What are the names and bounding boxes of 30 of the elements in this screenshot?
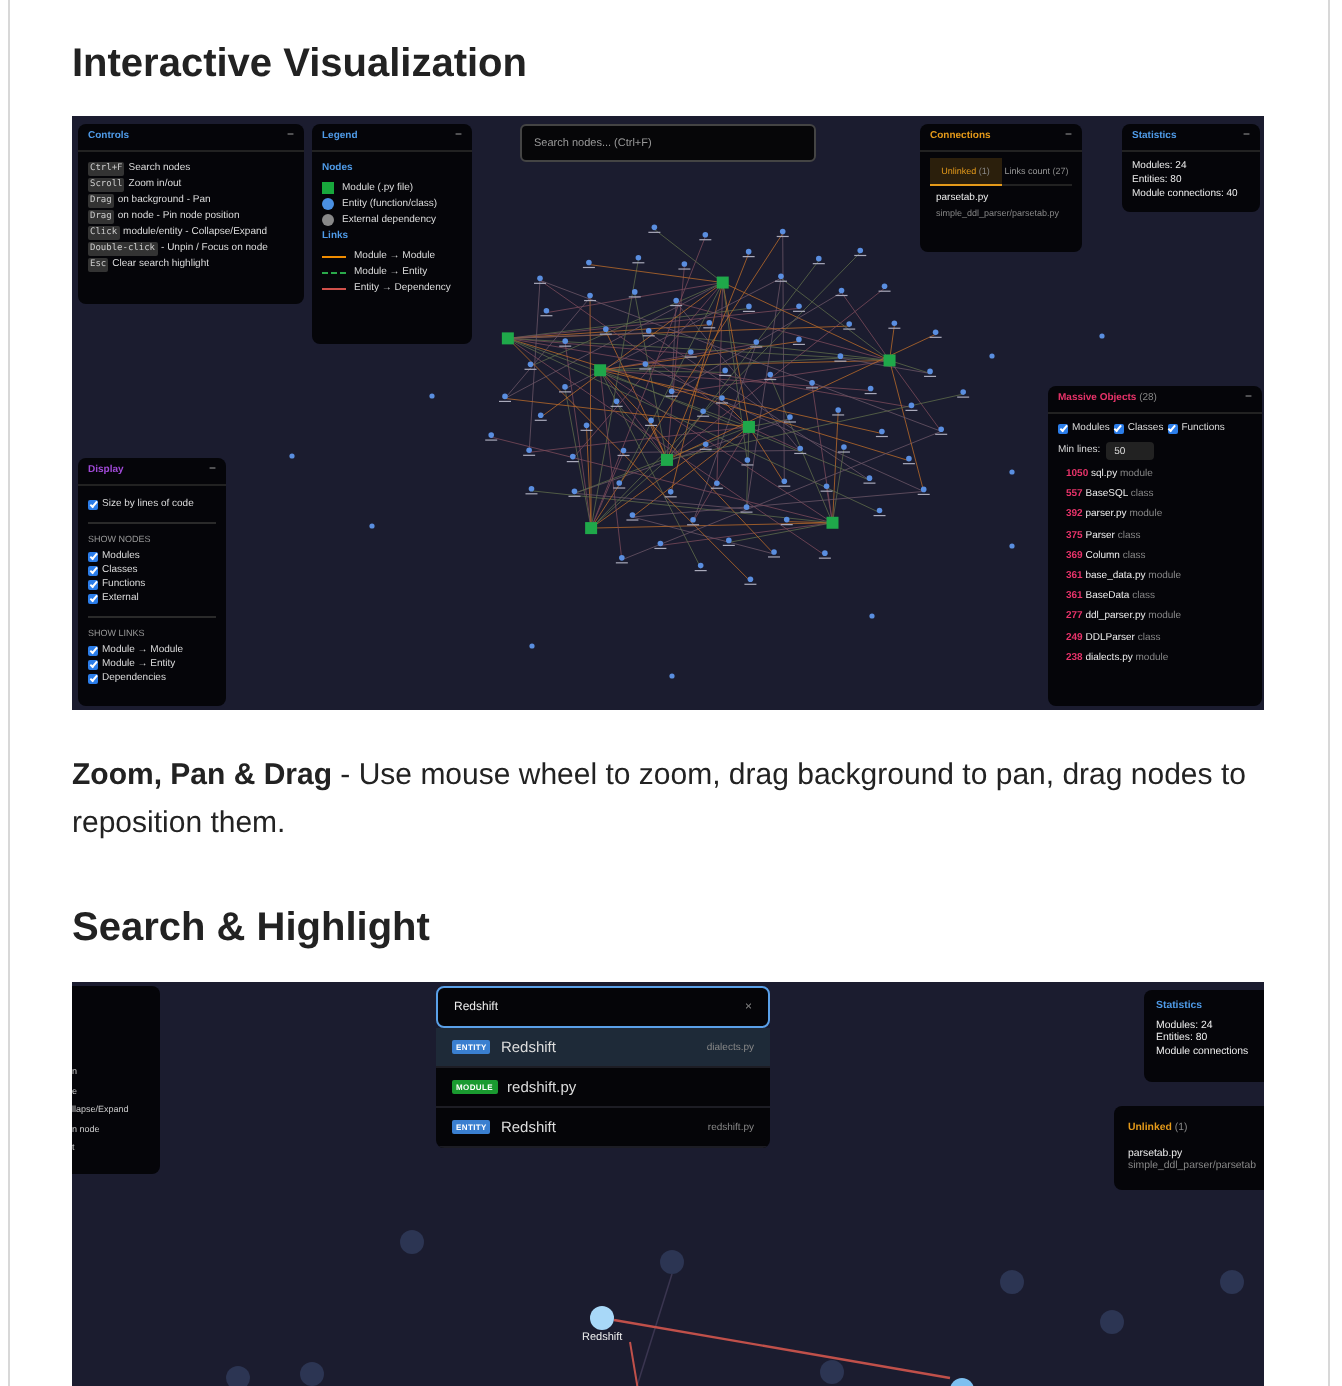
section-heading: Search & Highlight	[72, 904, 432, 954]
graph-node[interactable]	[1220, 1270, 1244, 1294]
graph-node[interactable]	[1100, 1310, 1124, 1334]
section-heading: Interactive Visualization	[72, 40, 529, 90]
checkbox[interactable]	[88, 674, 98, 684]
graph-node[interactable]	[400, 1230, 424, 1254]
graph-node[interactable]	[950, 1378, 974, 1386]
line-icon	[322, 287, 346, 289]
square-icon	[322, 182, 334, 194]
line-icon	[322, 271, 346, 273]
line-icon	[322, 255, 346, 257]
graph-node[interactable]	[300, 1362, 324, 1386]
checkbox[interactable]	[88, 660, 98, 670]
circle-icon	[322, 198, 334, 210]
checkbox[interactable]	[1113, 424, 1124, 434]
checkbox[interactable]	[88, 500, 98, 510]
checkbox[interactable]	[1058, 424, 1068, 434]
checkbox[interactable]	[88, 580, 98, 590]
checkbox[interactable]	[88, 646, 98, 656]
description-text: Zoom, Pan & Drag - Use mouse wheel to zoom, drag background to pan, drag nodes to reposition them.	[72, 756, 1248, 844]
circle-icon	[322, 214, 334, 226]
checkbox[interactable]	[1167, 424, 1178, 434]
graph-node[interactable]	[1000, 1270, 1024, 1294]
graph-node[interactable]	[820, 1360, 844, 1384]
checkbox[interactable]	[88, 552, 98, 562]
checkbox[interactable]	[88, 594, 98, 604]
graph-node[interactable]	[660, 1250, 684, 1274]
checkbox[interactable]	[88, 566, 98, 576]
graph-node[interactable]	[590, 1306, 614, 1330]
graph-node[interactable]	[226, 1366, 250, 1386]
